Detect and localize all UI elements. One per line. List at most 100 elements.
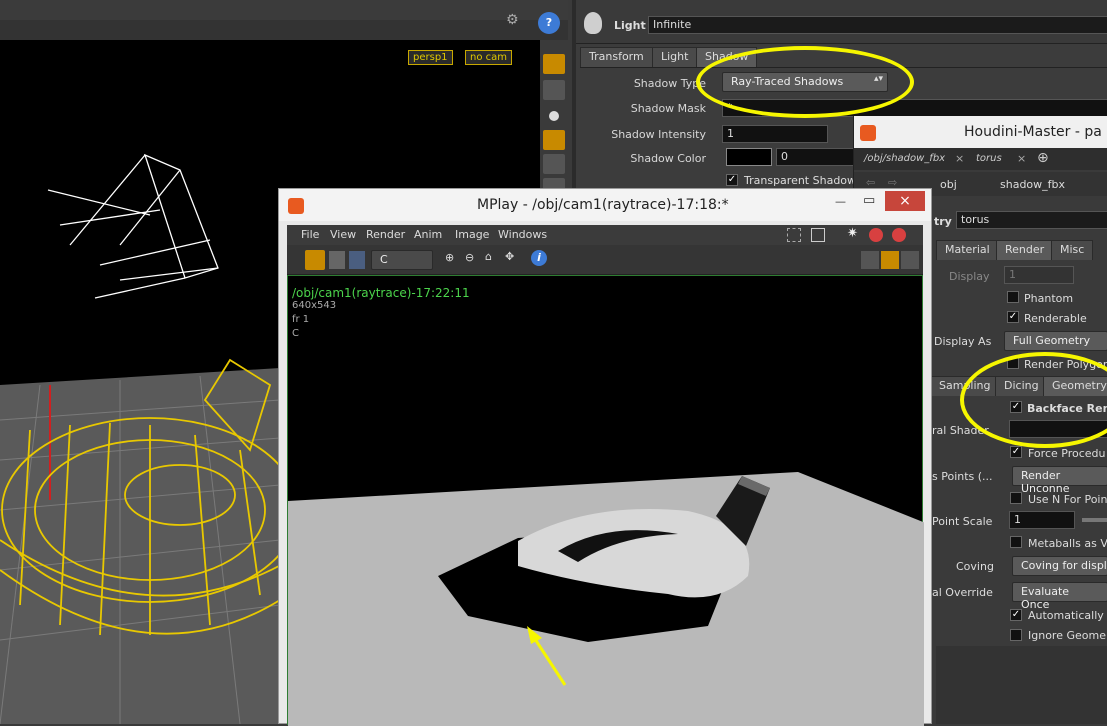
point-scale-slider[interactable]: [1082, 518, 1107, 522]
tab-shadow-fbx[interactable]: /obj/shadow_fbx: [864, 153, 945, 164]
persp-camera-menu[interactable]: persp1: [408, 50, 453, 65]
menu-view[interactable]: View: [330, 228, 356, 241]
automatically-checkbox[interactable]: ✓: [1010, 609, 1022, 621]
region-icon[interactable]: [787, 228, 801, 242]
menu-windows[interactable]: Windows: [498, 228, 547, 241]
display-mode-icon[interactable]: [305, 250, 325, 270]
channel-select[interactable]: C: [371, 250, 433, 270]
geo-label: try: [934, 215, 952, 228]
phantom-checkbox[interactable]: [1007, 291, 1019, 303]
zoom-out-icon[interactable]: ⊖: [465, 251, 474, 264]
automatically-label: Automatically: [1028, 609, 1104, 622]
close-button[interactable]: ×: [885, 191, 925, 211]
tab-transform[interactable]: Transform: [580, 47, 653, 67]
path-obj[interactable]: obj: [940, 178, 957, 191]
network-icon[interactable]: ⚙: [506, 12, 530, 34]
lightbulb-icon: [584, 12, 602, 34]
dot-icon[interactable]: [543, 106, 565, 126]
zoom-in-icon[interactable]: ⊕: [445, 251, 454, 264]
display-as-label: Display As: [934, 335, 992, 348]
use-n-checkbox[interactable]: [1010, 492, 1022, 504]
point-scale-field[interactable]: 1: [1009, 511, 1075, 529]
viewport-toolbar: ? ⚙: [0, 0, 568, 40]
points-label: s Points (...: [932, 470, 993, 483]
shadow-type-highlight: [696, 46, 914, 118]
add-tab-icon[interactable]: ⊕: [1037, 150, 1049, 166]
mplay-toolbar: C ⊕ ⊖ ⌂ ✥ i: [287, 245, 923, 275]
home-icon[interactable]: ⌂: [485, 250, 492, 263]
render-resolution-overlay: 640x543: [292, 300, 337, 311]
layers-icon[interactable]: [329, 251, 345, 269]
display-label: Display: [949, 270, 990, 283]
ignore-geo-checkbox[interactable]: [1010, 629, 1022, 641]
coving-select[interactable]: Coving for displa: [1012, 556, 1107, 576]
minimize-button[interactable]: —: [835, 195, 847, 208]
ghost-icon[interactable]: [543, 154, 565, 174]
snap-icon[interactable]: [543, 54, 565, 74]
shadow-mask-label: Shadow Mask: [630, 102, 706, 115]
transparent-shadows-checkbox[interactable]: ✓: [726, 174, 738, 186]
render-frame-overlay: fr 1: [292, 314, 310, 325]
menu-anim[interactable]: Anim: [414, 228, 442, 241]
coving-label: Coving: [956, 560, 994, 573]
camera-wireframe: [47, 153, 219, 299]
renderable-checkbox[interactable]: ✓: [1007, 311, 1019, 323]
lock-icon[interactable]: [543, 80, 565, 100]
info-icon[interactable]: i: [531, 250, 547, 266]
no-cam-menu[interactable]: no cam: [465, 50, 513, 65]
monitor-icon[interactable]: [349, 251, 365, 269]
tab-render[interactable]: Render: [996, 240, 1054, 260]
checker-icon[interactable]: [861, 251, 879, 269]
transparent-shadows-label: Transparent Shadow: [744, 174, 857, 187]
mplay-titlebar: MPlay - /obj/cam1(raytrace)-17:18:* — ▭ …: [279, 189, 931, 221]
menu-file[interactable]: File: [301, 228, 319, 241]
mplay-window: MPlay - /obj/cam1(raytrace)-17:18:* — ▭ …: [278, 188, 932, 726]
master-title-text: Houdini-Master - pa: [964, 124, 1102, 140]
shadow-intensity-field[interactable]: 1: [722, 125, 828, 143]
light-cam-icon[interactable]: [543, 130, 565, 150]
geo-name-field[interactable]: torus: [956, 211, 1107, 229]
shadow-intensity-label: Shadow Intensity: [611, 128, 706, 141]
tab-torus[interactable]: torus: [976, 153, 1002, 164]
shadow-type-label: Shadow Type: [633, 77, 706, 90]
grid-icon[interactable]: [881, 251, 899, 269]
pan-icon[interactable]: ✥: [505, 250, 514, 263]
shadow-color-field[interactable]: 0: [776, 148, 856, 166]
metaballs-checkbox[interactable]: [1010, 536, 1022, 548]
close-render-icon[interactable]: [892, 228, 906, 242]
phantom-label: Phantom: [1024, 292, 1074, 305]
edit-icon[interactable]: [811, 228, 825, 242]
metaballs-label: Metaballs as V: [1028, 537, 1107, 550]
close-tab-icon[interactable]: ×: [1017, 152, 1026, 165]
viewport-toolstrip: [540, 40, 568, 200]
force-procedural-checkbox[interactable]: ✓: [1010, 446, 1022, 458]
help-icon[interactable]: ?: [538, 12, 560, 34]
force-procedural-label: Force Procedu: [1028, 447, 1106, 460]
renderable-label: Renderable: [1024, 312, 1087, 325]
tab-light[interactable]: Light: [652, 47, 698, 67]
lower-panel: [936, 646, 1107, 724]
display-as-select[interactable]: Full Geometry: [1004, 331, 1107, 351]
mplay-title-text: MPlay - /obj/cam1(raytrace)-17:18:*: [477, 197, 729, 213]
light-name-field[interactable]: Infinite: [648, 16, 1107, 34]
override-select[interactable]: Evaluate Once: [1012, 582, 1107, 611]
path-shadow-fbx[interactable]: shadow_fbx: [1000, 178, 1065, 191]
houdini-logo-icon: [860, 125, 876, 141]
close-tab-icon[interactable]: ×: [955, 152, 964, 165]
maximize-button[interactable]: ▭: [863, 193, 875, 208]
render-star-icon[interactable]: ✷: [847, 226, 858, 241]
render-path-overlay: /obj/cam1(raytrace)-17:22:11: [292, 286, 470, 300]
stop-render-icon[interactable]: [869, 228, 883, 242]
render-view[interactable]: /obj/cam1(raytrace)-17:22:11 640x543 fr …: [287, 275, 924, 726]
point-scale-label: Point Scale: [932, 515, 993, 528]
menu-image[interactable]: Image: [455, 228, 489, 241]
display-field[interactable]: 1: [1004, 266, 1074, 284]
tab-misc[interactable]: Misc: [1051, 240, 1094, 260]
tab-material[interactable]: Material: [936, 240, 999, 260]
shadow-color-swatch[interactable]: [726, 148, 772, 166]
split-icon[interactable]: [901, 251, 919, 269]
menu-render[interactable]: Render: [366, 228, 405, 241]
points-select[interactable]: Render Unconne: [1012, 466, 1107, 495]
rendered-image: [288, 472, 924, 726]
light-type-label: Light: [614, 19, 646, 32]
